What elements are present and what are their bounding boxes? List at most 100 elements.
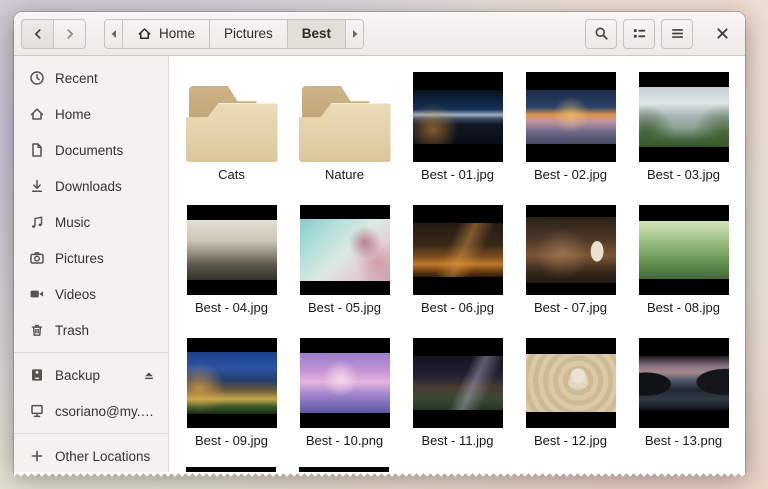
file-name: Best - 06.jpg <box>421 300 494 315</box>
hamburger-icon <box>670 26 685 41</box>
chevron-left-icon <box>31 27 45 41</box>
menu-button[interactable] <box>661 18 693 49</box>
image-item[interactable]: Best - 13.png <box>627 336 740 469</box>
path-scroll-right-button[interactable] <box>345 18 365 49</box>
image-thumbnail <box>638 205 729 295</box>
close-x-icon <box>716 27 729 40</box>
header-actions <box>585 18 735 49</box>
breadcrumb-pictures[interactable]: Pictures <box>209 18 288 49</box>
hard-drive-icon <box>29 367 45 383</box>
image-item[interactable]: Best - 05.jpg <box>288 203 401 336</box>
file-grid-view[interactable]: Cats Nature Best - 01.jpg Best - 02.jpg <box>169 56 745 472</box>
sidebar-item-backup[interactable]: Backup <box>14 357 168 393</box>
image-item[interactable]: Best - 09.jpg <box>175 336 288 469</box>
file-name: Best - 03.jpg <box>647 167 720 182</box>
sidebar-item-recent[interactable]: Recent <box>14 60 168 96</box>
breadcrumb-label: Pictures <box>224 26 273 41</box>
screenshot-torn-edge <box>14 472 745 479</box>
file-name: Nature <box>324 167 365 182</box>
sidebar-item-label: Home <box>55 106 92 122</box>
forward-button[interactable] <box>53 18 86 49</box>
sidebar-item-music[interactable]: Music <box>14 204 168 240</box>
plus-icon <box>29 448 45 464</box>
file-name: Best - 04.jpg <box>195 300 268 315</box>
close-button[interactable] <box>709 19 735 49</box>
view-list-button[interactable] <box>623 18 655 49</box>
sidebar-item-label: Music <box>55 214 91 230</box>
image-item[interactable]: Best - 10.png <box>288 336 401 469</box>
file-name: Best - 01.jpg <box>421 167 494 182</box>
image-item[interactable]: Best - 12.jpg <box>514 336 627 469</box>
image-thumbnail <box>299 338 390 428</box>
path-scroll-left-button[interactable] <box>104 18 123 49</box>
image-thumbnail <box>525 338 616 428</box>
image-item[interactable]: Best - 03.jpg <box>627 70 740 203</box>
image-thumbnail <box>412 205 503 295</box>
file-name: Best - 02.jpg <box>534 167 607 182</box>
sidebar-separator <box>14 433 168 434</box>
sidebar-item-label: Other Locations <box>55 448 151 464</box>
file-name: Best - 10.png <box>305 433 384 448</box>
image-thumbnail <box>638 72 729 162</box>
image-item[interactable]: Best - 02.jpg <box>514 70 627 203</box>
sidebar-item-videos[interactable]: Videos <box>14 276 168 312</box>
sidebar-item-remote[interactable]: csoriano@my.… <box>14 393 168 429</box>
image-thumbnail <box>186 338 277 428</box>
clock-icon <box>29 70 45 86</box>
sidebar-item-trash[interactable]: Trash <box>14 312 168 348</box>
back-button[interactable] <box>21 18 54 49</box>
file-name: Best - 05.jpg <box>308 300 381 315</box>
image-item[interactable]: Best - 11.jpg <box>401 336 514 469</box>
icon-grid: Cats Nature Best - 01.jpg Best - 02.jpg <box>175 70 745 469</box>
file-name: Cats <box>218 167 245 182</box>
breadcrumb-home[interactable]: Home <box>122 18 211 49</box>
sidebar-item-pictures[interactable]: Pictures <box>14 240 168 276</box>
image-thumbnail <box>638 338 729 428</box>
sidebar-item-label: Downloads <box>55 178 122 194</box>
sidebar-separator <box>14 352 168 353</box>
file-name: Best - 08.jpg <box>647 300 720 315</box>
sidebar-item-label: Pictures <box>55 250 104 266</box>
sidebar-item-downloads[interactable]: Downloads <box>14 168 168 204</box>
search-button[interactable] <box>585 18 617 49</box>
sidebar-item-label: Trash <box>55 322 90 338</box>
image-item[interactable]: Best - 04.jpg <box>175 203 288 336</box>
folder-item[interactable]: Nature <box>288 70 401 203</box>
home-icon <box>137 26 152 41</box>
image-item[interactable]: Best - 08.jpg <box>627 203 740 336</box>
file-name: Best - 09.jpg <box>195 433 268 448</box>
image-item[interactable]: Best - 06.jpg <box>401 203 514 336</box>
eject-button[interactable] <box>142 368 156 382</box>
image-thumbnail <box>412 72 503 162</box>
breadcrumb-best[interactable]: Best <box>286 18 347 49</box>
music-notes-icon <box>29 214 45 230</box>
trash-bin-icon <box>29 322 45 338</box>
sidebar-item-home[interactable]: Home <box>14 96 168 132</box>
image-thumbnail <box>412 338 503 428</box>
image-item[interactable]: Best - 07.jpg <box>514 203 627 336</box>
breadcrumb-label: Best <box>301 26 332 41</box>
sidebar-item-other-locations[interactable]: Other Locations <box>14 438 168 472</box>
image-thumbnail <box>299 205 390 295</box>
places-sidebar: Recent Home Documents Downloads Music Pi… <box>14 56 169 472</box>
download-arrow-icon <box>29 178 45 194</box>
folder-icon <box>298 86 391 162</box>
sidebar-item-label: Recent <box>55 70 98 86</box>
sidebar-item-documents[interactable]: Documents <box>14 132 168 168</box>
sidebar-item-label: Documents <box>55 142 124 158</box>
magnifier-icon <box>594 26 609 41</box>
list-view-icon <box>632 26 647 41</box>
triangle-left-icon <box>110 29 118 38</box>
remote-computer-icon <box>29 403 45 419</box>
chevron-right-icon <box>63 27 77 41</box>
triangle-right-icon <box>351 29 359 38</box>
path-bar: Home Pictures Best <box>104 18 365 49</box>
sidebar-item-label: Backup <box>55 367 101 383</box>
folder-item[interactable]: Cats <box>175 70 288 203</box>
file-manager-window: Home Pictures Best Recent Home Documents… <box>14 12 745 479</box>
image-item[interactable]: Best - 01.jpg <box>401 70 514 203</box>
breadcrumb-label: Home <box>159 26 196 41</box>
sidebar-item-label: csoriano@my.… <box>55 403 154 419</box>
sidebar-item-label: Videos <box>55 286 97 302</box>
image-thumbnail <box>525 205 616 295</box>
